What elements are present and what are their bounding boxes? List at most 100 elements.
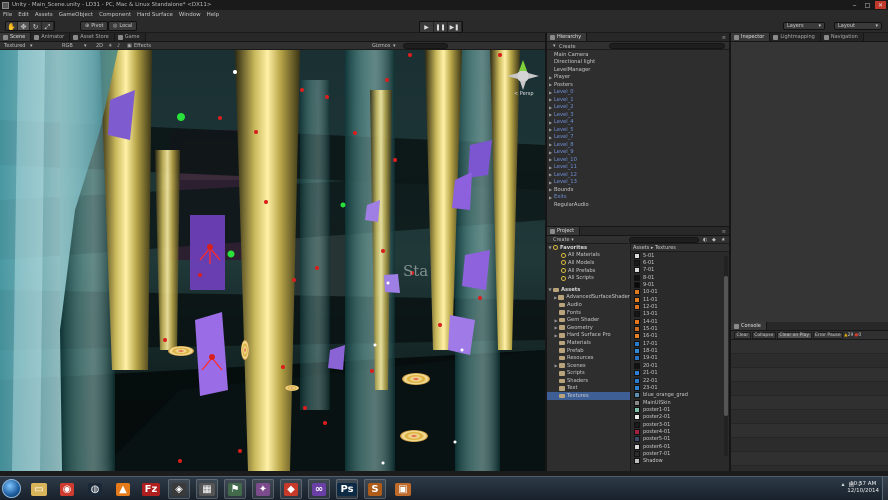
render-mode-dropdown[interactable]: RGB [62,43,73,49]
play-button[interactable]: ▶ [420,22,434,32]
expand-arrow-icon[interactable]: ▶ [547,75,554,80]
folder-item[interactable]: Textures [547,392,630,400]
tab-scene[interactable]: Scene [0,33,32,41]
hierarchy-item[interactable]: ▶ Level_12 [547,171,729,179]
texture-asset[interactable]: Shadow [631,458,729,465]
expand-arrow-icon[interactable]: ▶ [547,150,554,155]
photoshop-icon[interactable]: Ps [336,479,358,499]
expand-arrow-icon[interactable]: ▶ [547,90,554,95]
tab-hierarchy[interactable]: Hierarchy [547,33,588,41]
move-icon[interactable]: ✥ [18,22,30,30]
tab-project[interactable]: Project [547,227,581,235]
tab-asset-store[interactable]: Asset Store [70,33,115,41]
texture-asset[interactable]: 20-01 [631,362,729,369]
folder-item[interactable]: ▶ Hard Surface Pro [547,332,630,340]
hierarchy-item[interactable]: ▶ Level_13 [547,179,729,187]
tab-game[interactable]: Game [114,33,146,41]
texture-asset[interactable]: 17-01 [631,340,729,347]
texture-asset[interactable]: poster5-01 [631,436,729,443]
folder-item[interactable]: ▶ AdvancedSurfaceShader [547,294,630,302]
scene-search-input[interactable] [403,43,448,49]
favorite-filter[interactable]: All Scripts [547,274,630,282]
folder-item[interactable]: ▶ Gem Shader [547,316,630,324]
console-clear-on-play-button[interactable]: Clear on Play [776,331,812,339]
panel-menu-icon[interactable]: ≡ [722,229,726,235]
visual-studio-icon[interactable]: ∞ [308,479,330,499]
tab-animator[interactable]: Animator [31,33,71,41]
expand-arrow-icon[interactable]: ▶ [547,120,554,125]
hierarchy-item[interactable]: ▶ Level_2 [547,104,729,112]
texture-asset[interactable]: poster1-01 [631,406,729,413]
gizmos-dropdown[interactable]: Gizmos [372,43,390,49]
texture-asset[interactable]: poster4-01 [631,428,729,435]
menu-edit[interactable]: Edit [18,12,29,18]
favorite-filter[interactable]: All Prefabs [547,267,630,275]
hierarchy-search-input[interactable] [609,43,725,49]
light-toggle-icon[interactable]: ☀ [108,43,112,49]
expand-arrow-icon[interactable]: ▶ [547,97,554,102]
layout-dropdown[interactable]: Layout ▾ [834,22,882,30]
texture-asset[interactable]: 11-01 [631,296,729,303]
texture-asset[interactable]: 22-01 [631,377,729,384]
hierarchy-item[interactable]: ▶ Level_11 [547,164,729,172]
scale-icon[interactable]: ⤢ [42,22,54,30]
menu-help[interactable]: Help [207,12,220,18]
folder-item[interactable]: Fonts [547,309,630,317]
perspective-label[interactable]: < Persp [514,91,534,97]
project-breadcrumb[interactable]: Assets ▸ Textures [631,244,729,252]
console-collapse-button[interactable]: Collapse [751,331,776,339]
panel-divider[interactable] [547,226,729,227]
app2-icon[interactable]: ⚑ [224,479,246,499]
texture-asset[interactable]: MainUISkin [631,399,729,406]
hierarchy-item[interactable]: ▶ Exits [547,194,729,202]
project-search-input[interactable] [629,237,699,243]
tab-console[interactable]: Console [731,322,767,330]
favorites-header[interactable]: ▼ Favorites [547,244,630,252]
folder-item[interactable]: Audio [547,301,630,309]
hierarchy-item[interactable]: LevelManager [547,66,729,74]
folder-item[interactable]: Text [547,385,630,393]
hierarchy-item[interactable]: ▶ Player [547,74,729,82]
close-button[interactable]: ✕ [875,1,886,9]
error-count[interactable]: ● 0 [854,333,861,338]
hierarchy-item[interactable]: ▶ Level_10 [547,156,729,164]
layers-dropdown[interactable]: Layers ▾ [783,22,825,30]
folder-item[interactable]: Scripts [547,370,630,378]
hierarchy-create-button[interactable]: Create ▾ [553,43,576,50]
texture-asset[interactable]: 16-01 [631,333,729,340]
menu-hard-surface[interactable]: Hard Surface [137,12,173,18]
explorer-icon[interactable]: ▭ [28,479,50,499]
steam-icon[interactable]: ◍ [84,479,106,499]
menu-gameobject[interactable]: GameObject [59,12,93,18]
project-create-button[interactable]: Create ▾ [553,237,574,243]
scene-viewport[interactable]: Sta < Persp [0,50,545,471]
texture-asset[interactable]: poster3-01 [631,421,729,428]
panel-divider[interactable] [729,33,731,471]
asset-scrollbar[interactable] [724,256,728,456]
expand-arrow-icon[interactable]: ▶ [547,195,554,200]
favorite-filter[interactable]: All Materials [547,252,630,260]
local-toggle[interactable]: ◎ Local [108,21,138,31]
step-button[interactable]: ▶❚ [448,22,462,32]
rotate-icon[interactable]: ↻ [30,22,42,30]
hierarchy-item[interactable]: ▶ Level_0 [547,89,729,97]
favorite-star-icon[interactable]: ★ [721,237,725,243]
folder-item[interactable]: Resources [547,354,630,362]
expand-arrow-icon[interactable]: ▶ [547,105,554,110]
hierarchy-item[interactable]: Directional light [547,59,729,67]
texture-asset[interactable]: 7-01 [631,267,729,274]
folder-item[interactable]: ▶ Geometry [547,324,630,332]
menu-window[interactable]: Window [179,12,201,18]
hierarchy-item[interactable]: ▶ Level_4 [547,119,729,127]
folder-item[interactable]: ▶ Scenes [547,362,630,370]
effects-dropdown[interactable]: Effects [134,43,151,49]
hand-icon[interactable]: ✋ [6,22,18,30]
menu-assets[interactable]: Assets [35,12,53,18]
hierarchy-item[interactable]: ▶ Level_9 [547,149,729,157]
folder-item[interactable]: Shaders [547,377,630,385]
expand-arrow-icon[interactable]: ▶ [547,135,554,140]
texture-asset[interactable]: 21-01 [631,370,729,377]
tab-lightmapping[interactable]: Lightmapping [770,33,821,41]
expand-arrow-icon[interactable]: ▶ [547,187,554,192]
maximize-button[interactable]: □ [862,1,873,9]
